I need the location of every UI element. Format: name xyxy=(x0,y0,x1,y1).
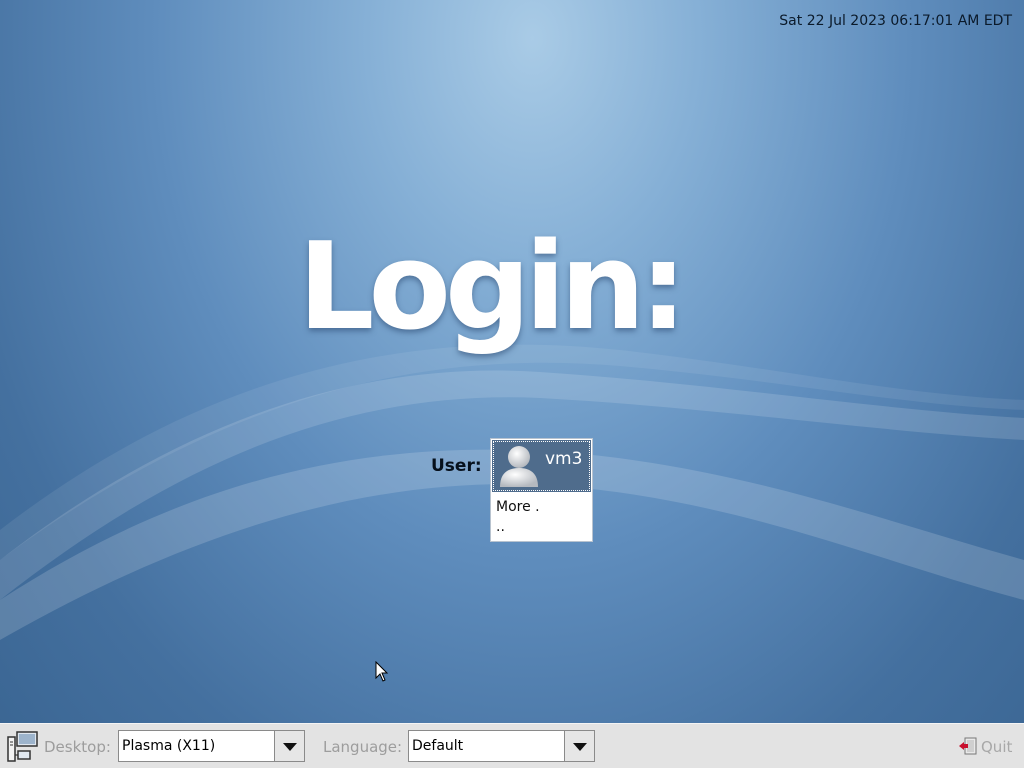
user-item-vm3[interactable]: vm3 xyxy=(492,440,591,492)
bottom-bar: Desktop: Plasma (X11) Language: Default … xyxy=(0,723,1024,768)
desktop-session-icon xyxy=(7,731,38,762)
chevron-down-icon xyxy=(573,743,587,751)
language-dropdown-button[interactable] xyxy=(564,731,594,761)
desktop-session-select[interactable]: Plasma (X11) xyxy=(118,730,305,762)
user-name: vm3 xyxy=(545,449,583,469)
language-value: Default xyxy=(412,738,464,754)
quit-door-icon xyxy=(959,737,977,755)
user-list[interactable]: vm3 More . .. xyxy=(490,438,593,542)
login-title: Login: xyxy=(298,218,687,357)
clock: Sat 22 Jul 2023 06:17:01 AM EDT xyxy=(779,13,1012,29)
quit-button[interactable]: Quit xyxy=(956,734,1020,760)
desktop-dropdown-button[interactable] xyxy=(274,731,304,761)
user-avatar-icon xyxy=(500,446,538,487)
chevron-down-icon xyxy=(283,743,297,751)
quit-label: Quit xyxy=(981,738,1013,756)
user-item-more[interactable]: More . .. xyxy=(496,497,586,537)
mouse-pointer-icon xyxy=(375,661,389,682)
desktop-session-value: Plasma (X11) xyxy=(122,738,216,754)
desktop-label: Desktop: xyxy=(44,738,111,756)
user-label: User: xyxy=(431,456,482,476)
language-label: Language: xyxy=(323,738,403,756)
language-select[interactable]: Default xyxy=(408,730,595,762)
